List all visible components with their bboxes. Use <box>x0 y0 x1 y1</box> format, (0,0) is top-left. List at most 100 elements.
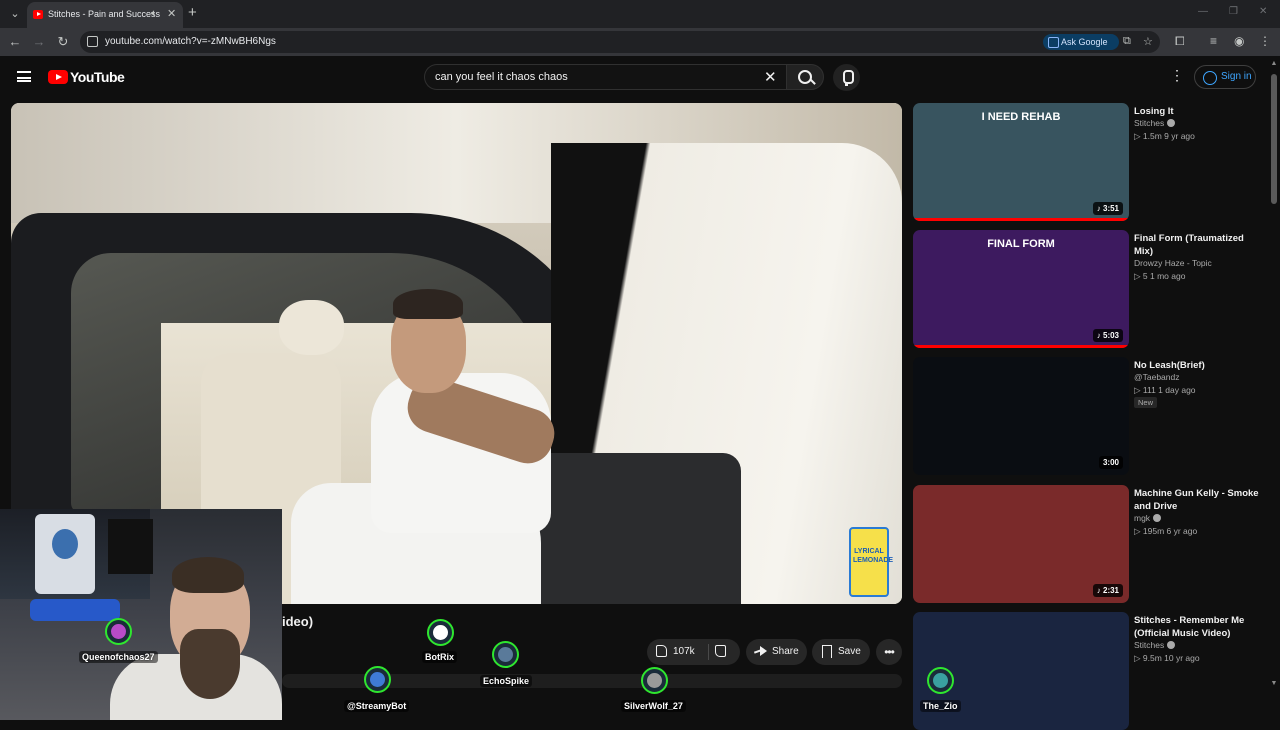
thumbnail-art <box>959 612 1083 730</box>
forward-button[interactable]: → <box>31 34 47 49</box>
browser-tab-strip: ⌄ Stitches - Pain and Success 🔈︎ ✕ + — ❐… <box>0 0 1280 28</box>
youtube-logo-icon[interactable] <box>48 70 68 84</box>
video-frame-headrest <box>279 300 344 355</box>
scroll-down-icon[interactable]: ▼ <box>1270 680 1278 687</box>
related-video-channel[interactable]: Stitches <box>1134 640 1176 650</box>
save-label: Save <box>838 646 861 657</box>
video-thumbnail[interactable]: FINAL FORM ♪ 5:03 <box>913 230 1129 348</box>
related-video-title[interactable]: No Leash(Brief) <box>1134 359 1264 372</box>
scroll-up-icon[interactable]: ▲ <box>1270 60 1278 67</box>
related-video-title[interactable]: Machine Gun Kelly - Smoke and Drive <box>1134 487 1264 513</box>
watch-progress-bar <box>913 218 1129 221</box>
video-thumbnail[interactable]: 3:00 <box>913 357 1129 475</box>
viewer-avatar <box>641 667 668 694</box>
viewer-avatar <box>927 667 954 694</box>
search-query-text[interactable]: can you feel it chaos chaos <box>435 71 568 83</box>
thumbnail-art <box>959 485 1083 603</box>
viewer-name: BotRix <box>422 651 457 663</box>
site-info-icon[interactable] <box>87 36 98 47</box>
tab-audio-icon[interactable]: 🔈︎ <box>151 8 157 19</box>
reload-button[interactable]: ↻ <box>55 34 71 50</box>
share-label: Share <box>772 646 799 657</box>
viewer-avatar-image <box>433 625 448 640</box>
related-video-card[interactable]: FINAL FORM ♪ 5:03 Final Form (Traumatized … <box>913 230 1263 348</box>
related-video-title[interactable]: Stitches - Remember Me (Official Music V… <box>1134 614 1264 640</box>
thumbnail-art <box>959 357 1083 475</box>
search-input[interactable]: can you feel it chaos chaos ✕ <box>424 64 788 90</box>
back-button[interactable]: ← <box>7 34 23 49</box>
thumbnail-text: I NEED REHAB <box>981 111 1061 123</box>
duration-badge: ♪ 2:31 <box>1092 584 1123 597</box>
window-close-icon[interactable]: ✕ <box>1259 6 1267 17</box>
viewer-avatar <box>492 641 519 668</box>
channel-name[interactable]: Stitches <box>1134 640 1164 650</box>
new-tab-button[interactable]: + <box>188 4 197 21</box>
youtube-favicon-icon <box>33 10 43 19</box>
video-thumbnail[interactable]: I NEED REHAB ♪ 3:51 <box>913 103 1129 221</box>
verified-icon <box>1167 641 1176 649</box>
video-thumbnail[interactable]: ♪ 2:31 <box>913 485 1129 603</box>
related-video-title[interactable]: Losing It <box>1134 105 1264 118</box>
share-button[interactable]: Share <box>746 639 807 665</box>
youtube-logo-text[interactable]: YouTube <box>70 69 125 85</box>
webcam-shirt-print <box>52 529 78 559</box>
viewer-name: SilverWolf_27 <box>621 700 686 712</box>
window-minimize-icon[interactable]: — <box>1198 6 1208 17</box>
related-video-channel[interactable]: Drowzy Haze - Topic <box>1134 258 1212 268</box>
voice-search-button[interactable] <box>833 64 860 91</box>
share-icon <box>754 645 767 658</box>
dislike-icon[interactable] <box>715 645 726 657</box>
related-video-channel[interactable]: @Taebandz <box>1134 372 1180 382</box>
extensions-icon[interactable]: ⧠ <box>1175 34 1185 49</box>
channel-name[interactable]: @Taebandz <box>1134 372 1180 382</box>
profile-icon[interactable]: ◉ <box>1234 34 1244 48</box>
related-video-card[interactable]: ♪ 2:31 Machine Gun Kelly - Smoke and Driv… <box>913 485 1263 603</box>
related-video-channel[interactable]: mgk <box>1134 513 1162 523</box>
like-icon[interactable] <box>656 645 667 657</box>
video-title: ideo) <box>282 614 314 629</box>
media-controls-icon[interactable]: ≡ <box>1210 34 1217 48</box>
url-text[interactable]: youtube.com/watch?v=-zMNwBH6Ngs <box>105 36 276 47</box>
related-video-meta: ▷ 111 1 day ago <box>1134 385 1196 395</box>
search-button[interactable] <box>786 64 824 90</box>
tab-close-icon[interactable]: ✕ <box>167 7 176 20</box>
webcam-person-hair <box>172 557 244 593</box>
thumbnail-art: I NEED REHAB <box>959 103 1083 221</box>
guide-menu-icon[interactable] <box>17 71 31 82</box>
sign-in-button[interactable]: Sign in <box>1194 65 1256 89</box>
channel-name[interactable]: Drowzy Haze - Topic <box>1134 258 1212 268</box>
channel-name[interactable]: Stitches <box>1134 118 1164 128</box>
related-video-title[interactable]: Final Form (Traumatized Mix) <box>1134 232 1264 258</box>
more-actions-button[interactable]: ••• <box>876 639 902 665</box>
related-video-meta: ▷ 5 1 mo ago <box>1134 271 1186 281</box>
clear-search-icon[interactable]: ✕ <box>764 68 777 86</box>
webcam-person-beard <box>180 629 240 699</box>
viewer-avatar-image <box>647 673 662 688</box>
streamer-webcam <box>0 509 282 720</box>
save-button[interactable]: Save <box>812 639 870 665</box>
duration-badge: ♪ 5:03 <box>1092 329 1123 342</box>
related-video-card[interactable]: Stitches - Remember Me (Official Music V… <box>913 612 1263 730</box>
settings-menu-icon[interactable]: ⋮ <box>1170 67 1184 84</box>
channel-name[interactable]: mgk <box>1134 513 1150 523</box>
install-app-icon[interactable]: ⧉ <box>1123 35 1131 48</box>
scrollbar-thumb[interactable] <box>1271 74 1277 204</box>
address-bar[interactable]: youtube.com/watch?v=-zMNwBH6Ngs Ask Goog… <box>80 31 1160 53</box>
viewer-avatar <box>105 618 132 645</box>
browser-tab[interactable]: Stitches - Pain and Success 🔈︎ ✕ <box>27 2 183 28</box>
webcam-blue-object <box>30 599 120 621</box>
page-scrollbar[interactable]: ▲ ▼ <box>1270 60 1278 690</box>
related-video-meta: ▷ 1.5m 9 yr ago <box>1134 131 1195 141</box>
browser-menu-icon[interactable]: ⋮ <box>1259 34 1271 48</box>
viewer-avatar-image <box>111 624 126 639</box>
ask-google-button[interactable]: Ask Google <box>1043 34 1119 50</box>
window-restore-icon[interactable]: ❐ <box>1229 6 1238 17</box>
like-divider <box>708 644 709 660</box>
bookmark-star-icon[interactable]: ☆ <box>1143 35 1153 48</box>
video-frame-person-hair <box>393 289 463 319</box>
related-video-card[interactable]: I NEED REHAB ♪ 3:51 Losing It Stitches ▷ 1.5… <box>913 103 1263 221</box>
related-video-channel[interactable]: Stitches <box>1134 118 1176 128</box>
like-count[interactable]: 107k <box>673 639 695 665</box>
related-video-card[interactable]: 3:00 No Leash(Brief) @Taebandz ▷ 111 1 day … <box>913 357 1263 475</box>
tab-search-button[interactable]: ⌄ <box>6 5 24 23</box>
